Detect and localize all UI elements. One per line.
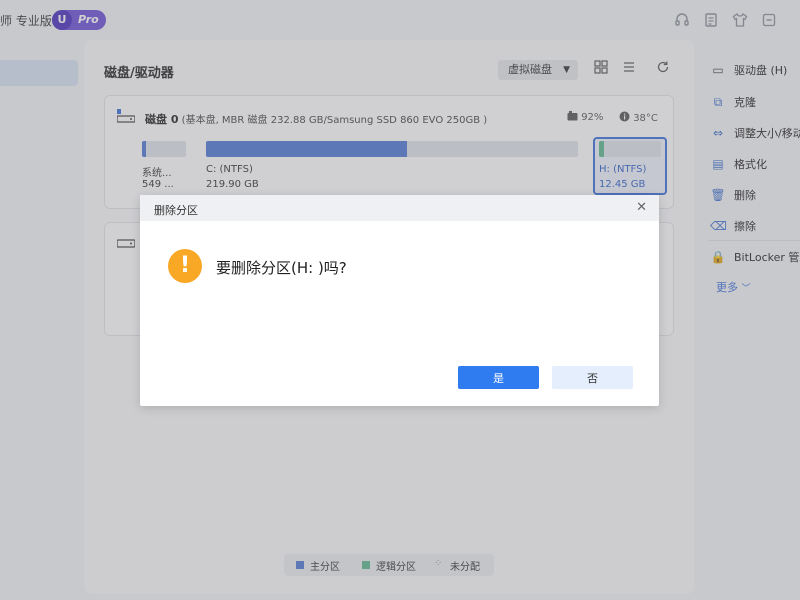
warning-icon: ! [168, 249, 202, 283]
yes-button[interactable]: 是 [458, 366, 539, 389]
dialog-title: 删除分区 [154, 204, 198, 217]
dialog-message: 要删除分区(H: )吗? [216, 259, 347, 277]
close-icon[interactable]: ✕ [636, 200, 647, 215]
dialog-header: 删除分区 ✕ [140, 195, 659, 221]
delete-partition-dialog: 删除分区 ✕ ! 要删除分区(H: )吗? 是 否 [140, 195, 659, 406]
no-button[interactable]: 否 [552, 366, 633, 389]
